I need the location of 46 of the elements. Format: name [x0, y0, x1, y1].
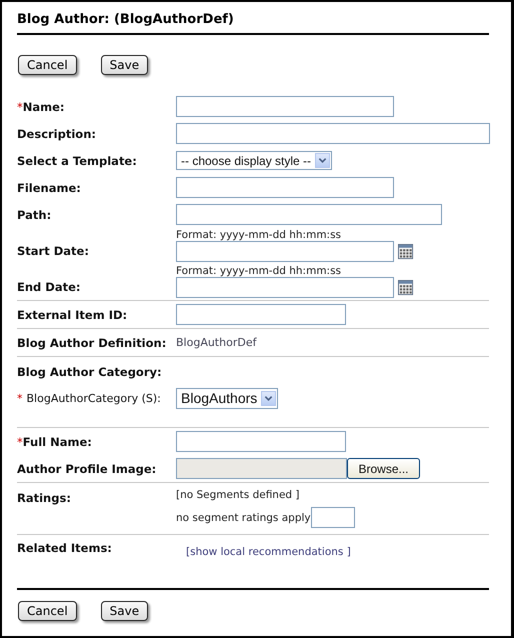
- browse-button[interactable]: Browse...: [347, 458, 420, 479]
- format-hint: Format: yyyy-mm-dd hh:mm:ss: [176, 266, 342, 277]
- text-field[interactable]: [176, 177, 394, 198]
- calendar-icon[interactable]: [398, 244, 414, 260]
- text-field[interactable]: [176, 123, 490, 144]
- save-button[interactable]: Save: [100, 55, 148, 75]
- field-label: Path:: [17, 208, 52, 222]
- required-mark: *: [17, 100, 23, 114]
- required-mark: *: [17, 434, 23, 448]
- save-button[interactable]: Save: [100, 601, 148, 621]
- field-label: Blog Author Definition:: [17, 336, 166, 350]
- field-label: Full Name:: [22, 434, 92, 448]
- dropdown[interactable]: BlogAuthors: [176, 388, 278, 408]
- date-field[interactable]: [176, 241, 394, 262]
- field-label: Blog Author Category:: [17, 365, 162, 379]
- dropdown[interactable]: -- choose display style --: [176, 151, 332, 170]
- field-label: BlogAuthorCategory (S):: [26, 392, 161, 404]
- file-path-field[interactable]: [176, 458, 347, 479]
- calendar-icon[interactable]: [398, 280, 414, 296]
- cancel-button[interactable]: Cancel: [18, 601, 77, 621]
- format-hint: Format: yyyy-mm-dd hh:mm:ss: [176, 230, 342, 241]
- date-field[interactable]: [176, 277, 394, 298]
- text-field[interactable]: [176, 304, 346, 325]
- recommendations-link[interactable]: [show local recommendations ]: [186, 541, 351, 558]
- text-field[interactable]: [176, 96, 394, 117]
- text-field[interactable]: [176, 431, 346, 452]
- field-label: Related Items:: [17, 541, 112, 555]
- field-label: Start Date:: [17, 244, 89, 258]
- field-label: Select a Template:: [17, 154, 137, 168]
- ratings-text: no segment ratings apply: [176, 512, 311, 524]
- rating-field[interactable]: [310, 507, 355, 528]
- cancel-button[interactable]: Cancel: [18, 55, 77, 75]
- field-label: End Date:: [17, 280, 80, 294]
- field-label: Ratings:: [17, 491, 71, 505]
- field-value: BlogAuthorDef: [176, 336, 256, 349]
- ratings-note: [no Segments defined ]: [176, 489, 300, 501]
- caret-icon: [261, 390, 276, 406]
- field-label: Name:: [22, 100, 65, 114]
- page-title: Blog Author: (BlogAuthorDef): [17, 11, 235, 29]
- field-label: Description:: [17, 126, 96, 140]
- caret-icon: [315, 153, 330, 168]
- required-mark: *: [17, 392, 22, 404]
- field-label: External Item ID:: [17, 308, 128, 322]
- text-field[interactable]: [176, 204, 442, 225]
- field-label: Filename:: [17, 180, 81, 194]
- field-label: Author Profile Image:: [17, 462, 156, 476]
